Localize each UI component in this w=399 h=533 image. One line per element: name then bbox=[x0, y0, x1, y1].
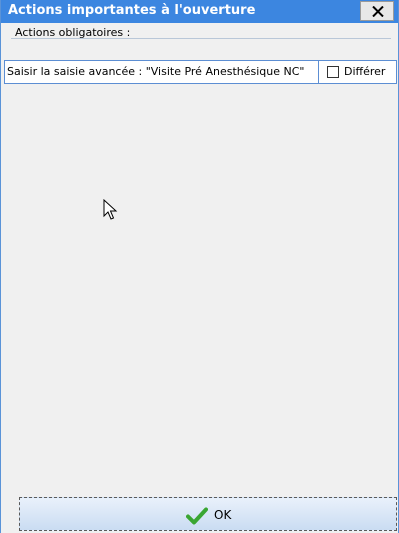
action-row: Saisir la saisie avancée : "Visite Pré A… bbox=[4, 60, 397, 84]
title-bar[interactable]: Actions importantes à l'ouverture bbox=[1, 0, 398, 23]
ok-button-label: OK bbox=[214, 508, 232, 522]
action-description[interactable]: Saisir la saisie avancée : "Visite Pré A… bbox=[5, 61, 319, 83]
group-separator bbox=[11, 38, 391, 39]
window-title: Actions importantes à l'ouverture bbox=[8, 3, 256, 18]
close-icon bbox=[372, 6, 384, 17]
defer-label[interactable]: Différer bbox=[344, 61, 385, 83]
dialog-window: Actions importantes à l'ouverture Action… bbox=[0, 0, 399, 533]
checkmark-icon bbox=[186, 507, 208, 525]
defer-checkbox[interactable] bbox=[327, 66, 339, 78]
close-button[interactable] bbox=[360, 1, 394, 21]
mouse-pointer-icon bbox=[103, 199, 118, 220]
ok-button[interactable]: OK bbox=[19, 497, 397, 531]
